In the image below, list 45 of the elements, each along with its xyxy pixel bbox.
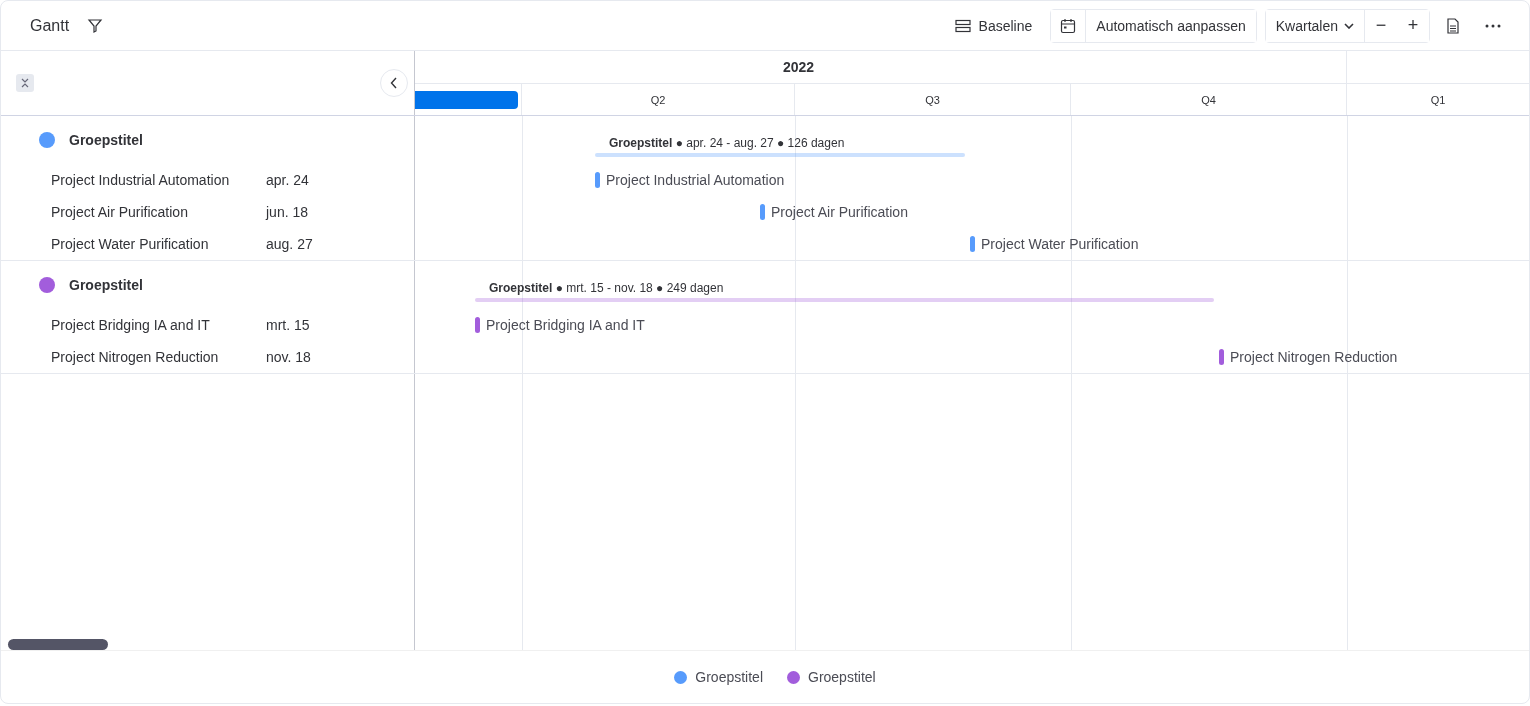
horizontal-scrollbar[interactable] — [8, 639, 108, 650]
chevron-left-icon — [390, 77, 398, 89]
group-title: Groepstitel — [69, 132, 143, 148]
task-date: jun. 18 — [266, 204, 309, 220]
milestone-marker[interactable] — [970, 236, 975, 252]
quarter-label: Q1 — [1430, 93, 1446, 106]
year-label: 2022 — [415, 51, 1347, 83]
board-title: Gantt — [30, 16, 70, 35]
quarter-label: Q4 — [1201, 93, 1216, 106]
chevron-down-icon — [1344, 22, 1354, 29]
task-date: mrt. 15 — [266, 317, 310, 333]
calendar-icon[interactable] — [1060, 17, 1077, 34]
group-summary-label: Groepstitel ● apr. 24 - aug. 27 ● 126 dagen — [609, 136, 845, 150]
collapse-icon — [20, 77, 30, 89]
rows-icon — [954, 18, 971, 33]
milestone-label: Project Bridging IA and IT — [486, 317, 645, 333]
milestone-label: Project Water Purification — [981, 236, 1139, 252]
zoom-level-dropdown[interactable]: Kwartalen — [1265, 9, 1365, 42]
task-name: Project Bridging IA and IT — [51, 317, 211, 333]
group-summary-label: Groepstitel ● mrt. 15 - nov. 18 ● 249 dagen — [489, 281, 724, 295]
document-icon[interactable] — [1446, 17, 1460, 34]
task-name: Project Air Purification — [51, 204, 189, 220]
milestone-marker[interactable] — [1219, 349, 1224, 365]
collapse-panel-button[interactable] — [380, 69, 408, 97]
milestone-marker[interactable] — [595, 172, 600, 188]
task-name: Project Industrial Automation — [51, 172, 231, 188]
milestone-marker[interactable] — [475, 317, 480, 333]
quarter-label: Q3 — [925, 93, 940, 106]
timeline-range-bar[interactable] — [415, 90, 518, 109]
milestone-label: Project Air Purification — [771, 204, 908, 220]
collapse-all-button[interactable] — [16, 74, 34, 92]
task-date: nov. 18 — [266, 349, 311, 365]
legend-label: Groepstitel — [808, 669, 876, 685]
filter-icon[interactable] — [87, 17, 104, 34]
legend-label: Groepstitel — [695, 669, 763, 685]
task-date: aug. 27 — [266, 236, 313, 252]
task-name: Project Water Purification — [51, 236, 210, 252]
milestone-label: Project Industrial Automation — [606, 172, 785, 188]
milestone-marker[interactable] — [760, 204, 765, 220]
group-title: Groepstitel — [69, 277, 143, 293]
milestone-label: Project Nitrogen Reduction — [1230, 349, 1398, 365]
quarter-label: Q2 — [650, 93, 666, 106]
task-date: apr. 24 — [266, 172, 309, 188]
more-icon[interactable] — [1484, 23, 1502, 28]
task-name: Project Nitrogen Reduction — [51, 349, 220, 365]
